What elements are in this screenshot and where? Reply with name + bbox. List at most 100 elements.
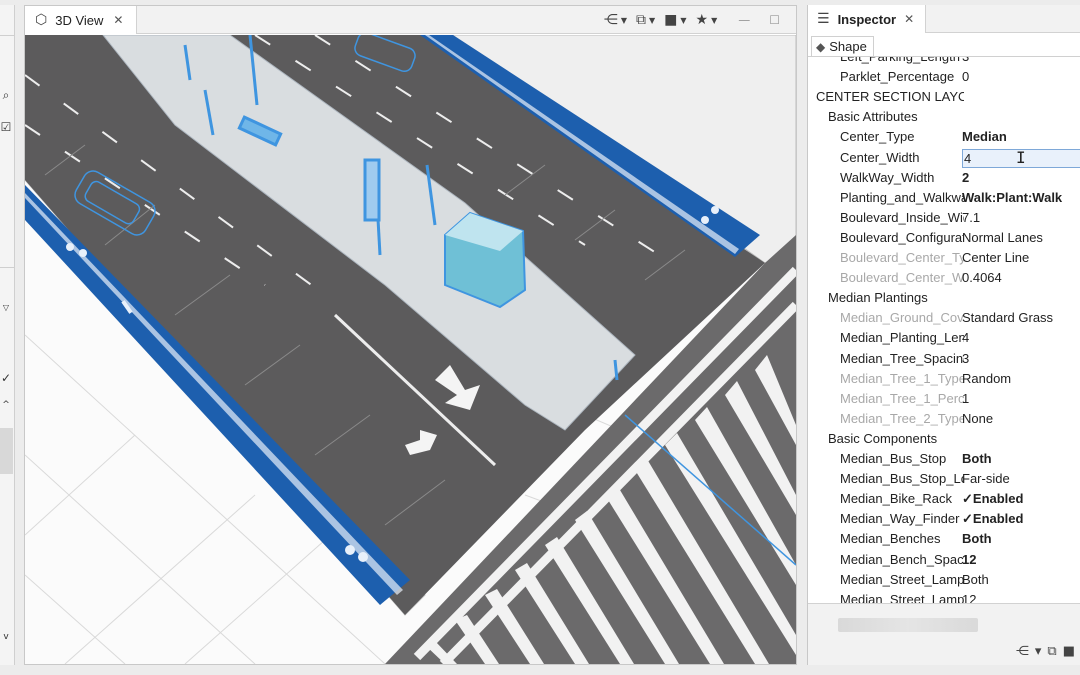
property-row[interactable]: Basic Components <box>808 429 1080 449</box>
property-value[interactable]: Median <box>962 127 1080 147</box>
property-row[interactable]: WalkWay_Width 2 <box>808 168 1080 188</box>
property-row[interactable]: Boulevard_ConfigurationNormal Lanes <box>808 228 1080 248</box>
property-row[interactable]: Parklet_Percentage 0 <box>808 67 1080 87</box>
chevron-down-icon[interactable]: v <box>0 630 12 644</box>
property-row[interactable]: Planting_and_Walkway Walk:Plant:Walk <box>808 188 1080 208</box>
property-row[interactable]: Median_Bike_Rack ✓Enabled <box>808 489 1080 509</box>
camera-icon[interactable]: ■ <box>664 10 677 30</box>
property-row[interactable]: CENTER SECTION LAYOUT <box>808 87 1080 107</box>
layers-icon[interactable]: ⧉ <box>1047 644 1056 659</box>
property-value[interactable]: Both <box>962 570 1080 590</box>
property-value[interactable]: 12 <box>962 550 1080 570</box>
property-value[interactable]: None <box>962 409 1080 429</box>
property-value[interactable]: 7.1 <box>962 208 1080 228</box>
property-row[interactable]: Center_Type Median <box>808 127 1080 147</box>
maximize-icon[interactable]: ☐ <box>769 13 780 27</box>
check-icon[interactable]: ✓ <box>0 371 12 385</box>
chevron-down-icon[interactable]: ▽ <box>0 301 12 315</box>
tab-3d-view[interactable]: ⬡ 3D View ✕ <box>25 6 137 34</box>
property-list: Left_Parking_Length 3 Parklet_Percentage 0 C… <box>808 56 1080 604</box>
minimize-icon[interactable]: — <box>738 13 750 27</box>
filter-icon[interactable]: ▾ <box>1035 644 1042 659</box>
property-row[interactable]: Median_Street_Lamps Both <box>808 570 1080 590</box>
checkbox-icon[interactable]: ☑ <box>0 120 12 134</box>
left-panel-sliver: ⌕ ☑ ▽ ✓ ^ v <box>0 5 15 665</box>
property-row[interactable]: Center_Width 4 I <box>808 148 1080 168</box>
chevron-down-icon[interactable]: ▼ <box>680 16 686 25</box>
property-row[interactable]: Boulevard_Center_Width0.4064 <box>808 268 1080 288</box>
property-row[interactable]: Basic Attributes <box>808 107 1080 127</box>
property-row[interactable]: Median_Bus_Stop_LocationFar-side <box>808 469 1080 489</box>
property-value[interactable]: 2 <box>962 168 1080 188</box>
share-icon[interactable]: ⋲ <box>1016 644 1029 659</box>
footer-status <box>838 618 978 632</box>
property-value[interactable]: Normal Lanes <box>962 228 1080 248</box>
property-row[interactable]: Median_Tree_1_Type Random <box>808 369 1080 389</box>
share-icon[interactable]: ⋲ <box>604 10 618 30</box>
property-value[interactable]: Far-side <box>962 469 1080 489</box>
property-name: Basic Attributes <box>828 109 918 125</box>
property-row[interactable]: Boulevard_Inside_Width7.1 <box>808 208 1080 228</box>
property-row[interactable]: Median_Street_Lamp_Spacing12 <box>808 590 1080 604</box>
property-value[interactable]: ✓Enabled <box>962 509 1080 529</box>
property-row[interactable]: Median_Way_Finder ✓Enabled <box>808 509 1080 529</box>
close-icon[interactable]: ✕ <box>113 13 123 27</box>
property-value[interactable]: Standard Grass <box>962 308 1080 328</box>
property-row[interactable]: Median_Planting_Length4 <box>808 328 1080 348</box>
layers-icon[interactable]: ⧉ <box>636 10 646 30</box>
chevron-up-icon[interactable]: ^ <box>0 398 12 412</box>
property-value[interactable]: 0 <box>962 67 1080 87</box>
property-name: Median Plantings <box>828 290 928 306</box>
property-name: Median_Ground_Cover <box>840 310 964 326</box>
property-name: Median_Tree_1_Percent <box>840 390 964 406</box>
property-row[interactable]: Median_Benches Both <box>808 529 1080 549</box>
property-name: Boulevard_Center_Type <box>840 250 964 265</box>
property-name: Median_Bike_Rack <box>840 491 953 507</box>
property-name: Median_Bus_Stop_Location <box>840 471 964 487</box>
property-value[interactable]: ✓Enabled <box>962 489 1080 509</box>
property-row[interactable]: Median_Tree_1_Percent1 <box>808 389 1080 409</box>
chevron-down-icon[interactable]: ▼ <box>621 16 627 25</box>
camera-icon[interactable]: ■ <box>1063 644 1075 659</box>
property-name: Median_Tree_1_Type <box>840 370 964 386</box>
3d-view-panel: ⬡ 3D View ✕ ⋲ ▼ ⧉ ▼ ■ ▼ ★ ▼ — ☐ <box>24 5 797 665</box>
property-value[interactable]: 3 <box>962 349 1080 369</box>
property-row[interactable]: Median_Bus_Stop Both <box>808 449 1080 469</box>
shape-icon: ◆ <box>816 39 826 54</box>
chevron-down-icon[interactable]: ▼ <box>711 16 717 25</box>
inspector-tabbar: ☰ Inspector ✕ <box>808 5 1080 33</box>
property-name: Median_Bench_Spacing <box>840 551 964 567</box>
tab-shape[interactable]: ◆ Shape <box>811 36 874 56</box>
close-icon[interactable]: ✕ <box>904 12 914 26</box>
property-row[interactable]: Median_Ground_Cover Standard Grass <box>808 308 1080 328</box>
tab-inspector[interactable]: ☰ Inspector ✕ <box>808 5 926 33</box>
property-value[interactable]: Walk:Plant:Walk <box>962 188 1080 208</box>
property-row[interactable]: Median_Bench_Spacing12 <box>808 550 1080 570</box>
property-row[interactable]: Median_Tree_2_Type None <box>808 409 1080 429</box>
property-name: Planting_and_Walkway <box>840 189 964 205</box>
property-value[interactable]: 12 <box>962 590 1080 604</box>
divider <box>0 267 15 268</box>
property-value[interactable]: Random <box>962 369 1080 389</box>
property-value[interactable]: 3 <box>962 57 1080 67</box>
property-value[interactable]: 1 <box>962 389 1080 409</box>
property-name: Boulevard_Configuration <box>840 229 964 245</box>
property-name: Median_Way_Finder <box>840 511 960 527</box>
scrollbar-thumb[interactable] <box>0 428 13 474</box>
property-row[interactable]: Median_Tree_Spacing 3 <box>808 349 1080 369</box>
star-icon[interactable]: ★ <box>696 10 709 30</box>
inspector-footer: ⋲ ▾ ⧉ ■ <box>808 603 1080 665</box>
property-row[interactable]: Median Plantings <box>808 288 1080 308</box>
property-value[interactable]: Both <box>962 449 1080 469</box>
inspector-panel: ☰ Inspector ✕ ◆ Shape Left_Parking_Lengt… <box>807 5 1080 665</box>
property-value[interactable]: Both <box>962 529 1080 549</box>
3d-viewport[interactable] <box>25 35 796 664</box>
property-row[interactable]: Left_Parking_Length 3 <box>808 57 1080 67</box>
property-value[interactable]: 4 <box>962 328 1080 348</box>
property-value[interactable]: Center Line <box>962 248 1080 268</box>
property-value[interactable]: 0.4064 <box>962 268 1080 288</box>
chevron-down-icon[interactable]: ▼ <box>649 16 655 25</box>
property-name: Boulevard_Inside_Width <box>840 209 964 225</box>
property-row[interactable]: Boulevard_Center_TypeCenter Line <box>808 248 1080 268</box>
search-icon[interactable]: ⌕ <box>0 88 12 102</box>
